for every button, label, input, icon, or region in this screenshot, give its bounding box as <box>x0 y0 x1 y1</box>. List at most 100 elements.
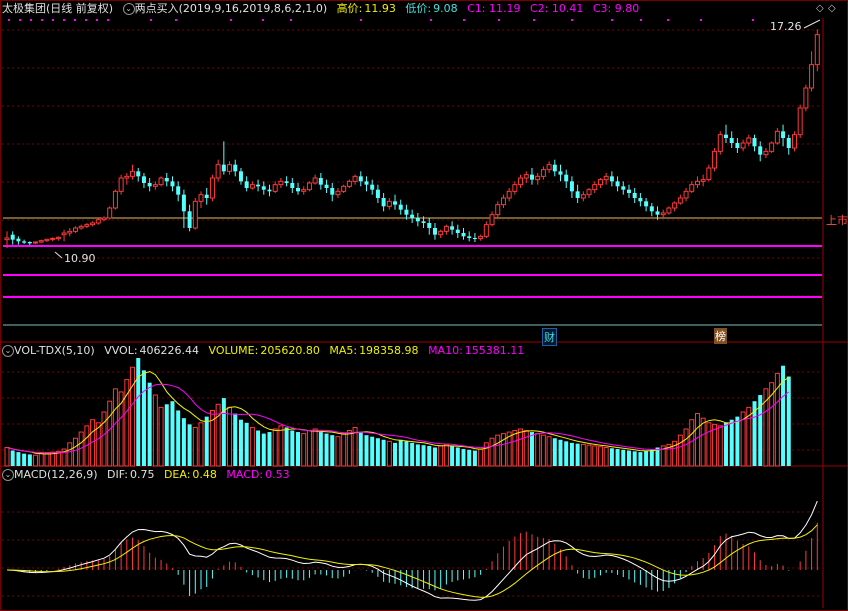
volume-bar-down <box>621 449 626 466</box>
volume-bar-down <box>615 449 620 466</box>
volume-bar-up <box>489 437 495 467</box>
candle-body-up <box>301 189 307 192</box>
volume-bar-down <box>244 422 249 466</box>
marker-dot <box>175 19 177 21</box>
candle-body-down <box>147 183 152 187</box>
candle-body-down <box>170 181 175 187</box>
volume-bar-down <box>10 450 15 466</box>
candle-body-down <box>758 146 763 155</box>
volume-bar-down <box>358 432 363 466</box>
candle-body-up <box>535 175 541 181</box>
candle-body-up <box>774 130 780 144</box>
marker-dot <box>360 19 362 21</box>
candle-body-down <box>10 234 15 240</box>
volume-bar-down <box>324 433 329 466</box>
marker-dot <box>107 19 109 21</box>
marker-dot <box>74 19 76 21</box>
volume-bar-down <box>450 445 455 466</box>
volume-bar-up <box>512 430 518 467</box>
candle-body-up <box>717 134 723 152</box>
volume-bar-down <box>626 450 631 466</box>
volume-bar-up <box>198 422 204 467</box>
candle-body-down <box>735 143 740 148</box>
candle-body-down <box>632 193 637 198</box>
candle-body-up <box>677 197 683 204</box>
volume-bar-up <box>603 446 609 467</box>
candle-body-down <box>244 181 249 188</box>
candle-body-up <box>72 227 78 232</box>
candle-body-down <box>644 201 649 207</box>
candle-body-down <box>398 204 403 210</box>
right-edge-label: 上市 <box>826 214 848 227</box>
marker-dot <box>290 19 292 21</box>
volume-bar-down <box>461 449 466 466</box>
volume-bar-up <box>523 430 529 467</box>
volume-bar-down <box>330 435 335 466</box>
kline-chart-canvas[interactable] <box>0 0 848 611</box>
volume-bar-down <box>221 398 226 466</box>
candle-body-up <box>694 180 700 186</box>
volume-bar-up <box>130 366 136 467</box>
candle-body-up <box>660 212 666 216</box>
volume-bar-up <box>306 430 312 467</box>
candle-body-down <box>649 206 654 212</box>
candle-body-down <box>375 189 380 198</box>
candle-body-up <box>84 224 90 227</box>
marker-dot <box>150 19 152 21</box>
candle-body-down <box>552 164 557 172</box>
candle-body-up <box>506 190 512 199</box>
diamond-icon[interactable]: ◇ <box>828 3 836 14</box>
candle-body-down <box>370 184 375 190</box>
volume-bar-down <box>638 452 643 466</box>
volume-bar-up <box>495 434 501 467</box>
diamond-icon[interactable]: ◇ <box>816 3 824 14</box>
marker-dot <box>700 19 702 21</box>
candle-body-up <box>118 177 124 192</box>
volume-bar-down <box>398 439 403 466</box>
marker-dot <box>752 19 754 21</box>
candle-body-up <box>198 194 204 202</box>
volume-bar-down <box>204 416 209 466</box>
candle-body-down <box>318 178 323 185</box>
volume-bar-up <box>683 428 689 467</box>
event-tag-ranking[interactable]: 榜 <box>714 328 727 344</box>
marker-dot <box>571 19 573 21</box>
candle-body-up <box>101 217 107 221</box>
candle-body-up <box>192 200 198 229</box>
candle-body-up <box>791 134 797 149</box>
volume-bar-down <box>267 432 272 466</box>
marker-dot <box>533 19 535 21</box>
candle-body-up <box>130 170 136 177</box>
candle-body-down <box>615 181 620 187</box>
candle-body-down <box>187 211 192 228</box>
marker-dot <box>667 19 669 21</box>
volume-bar-up <box>33 454 39 467</box>
candle-body-down <box>752 138 757 147</box>
volume-bar-down <box>644 450 649 466</box>
volume-bar-down <box>467 449 472 466</box>
volume-bar-up <box>107 400 113 467</box>
event-tag-finance[interactable]: 财 <box>542 328 557 346</box>
volume-bar-up <box>478 448 484 467</box>
marker-dot <box>463 19 465 21</box>
volume-bar-down <box>261 433 266 466</box>
volume-bar-up <box>38 452 44 467</box>
marker-dot <box>19 19 21 21</box>
candle-body-up <box>312 177 318 184</box>
candle-body-down <box>415 218 420 222</box>
volume-bar-up <box>301 433 307 467</box>
volume-bar-up <box>335 436 341 467</box>
marker-dot <box>611 19 613 21</box>
candle-body-down <box>729 138 734 143</box>
marker-dot <box>498 19 500 21</box>
candle-body-up <box>90 222 96 226</box>
candle-body-up <box>523 174 529 179</box>
volume-bar-down <box>370 436 375 466</box>
volume-bar-down <box>256 430 261 466</box>
candle-body-up <box>478 235 484 240</box>
volume-bar-up <box>158 406 164 467</box>
marker-dot <box>430 19 432 21</box>
volume-bar-up <box>192 426 198 467</box>
candle-body-down <box>267 189 272 192</box>
candle-body-up <box>597 179 603 186</box>
